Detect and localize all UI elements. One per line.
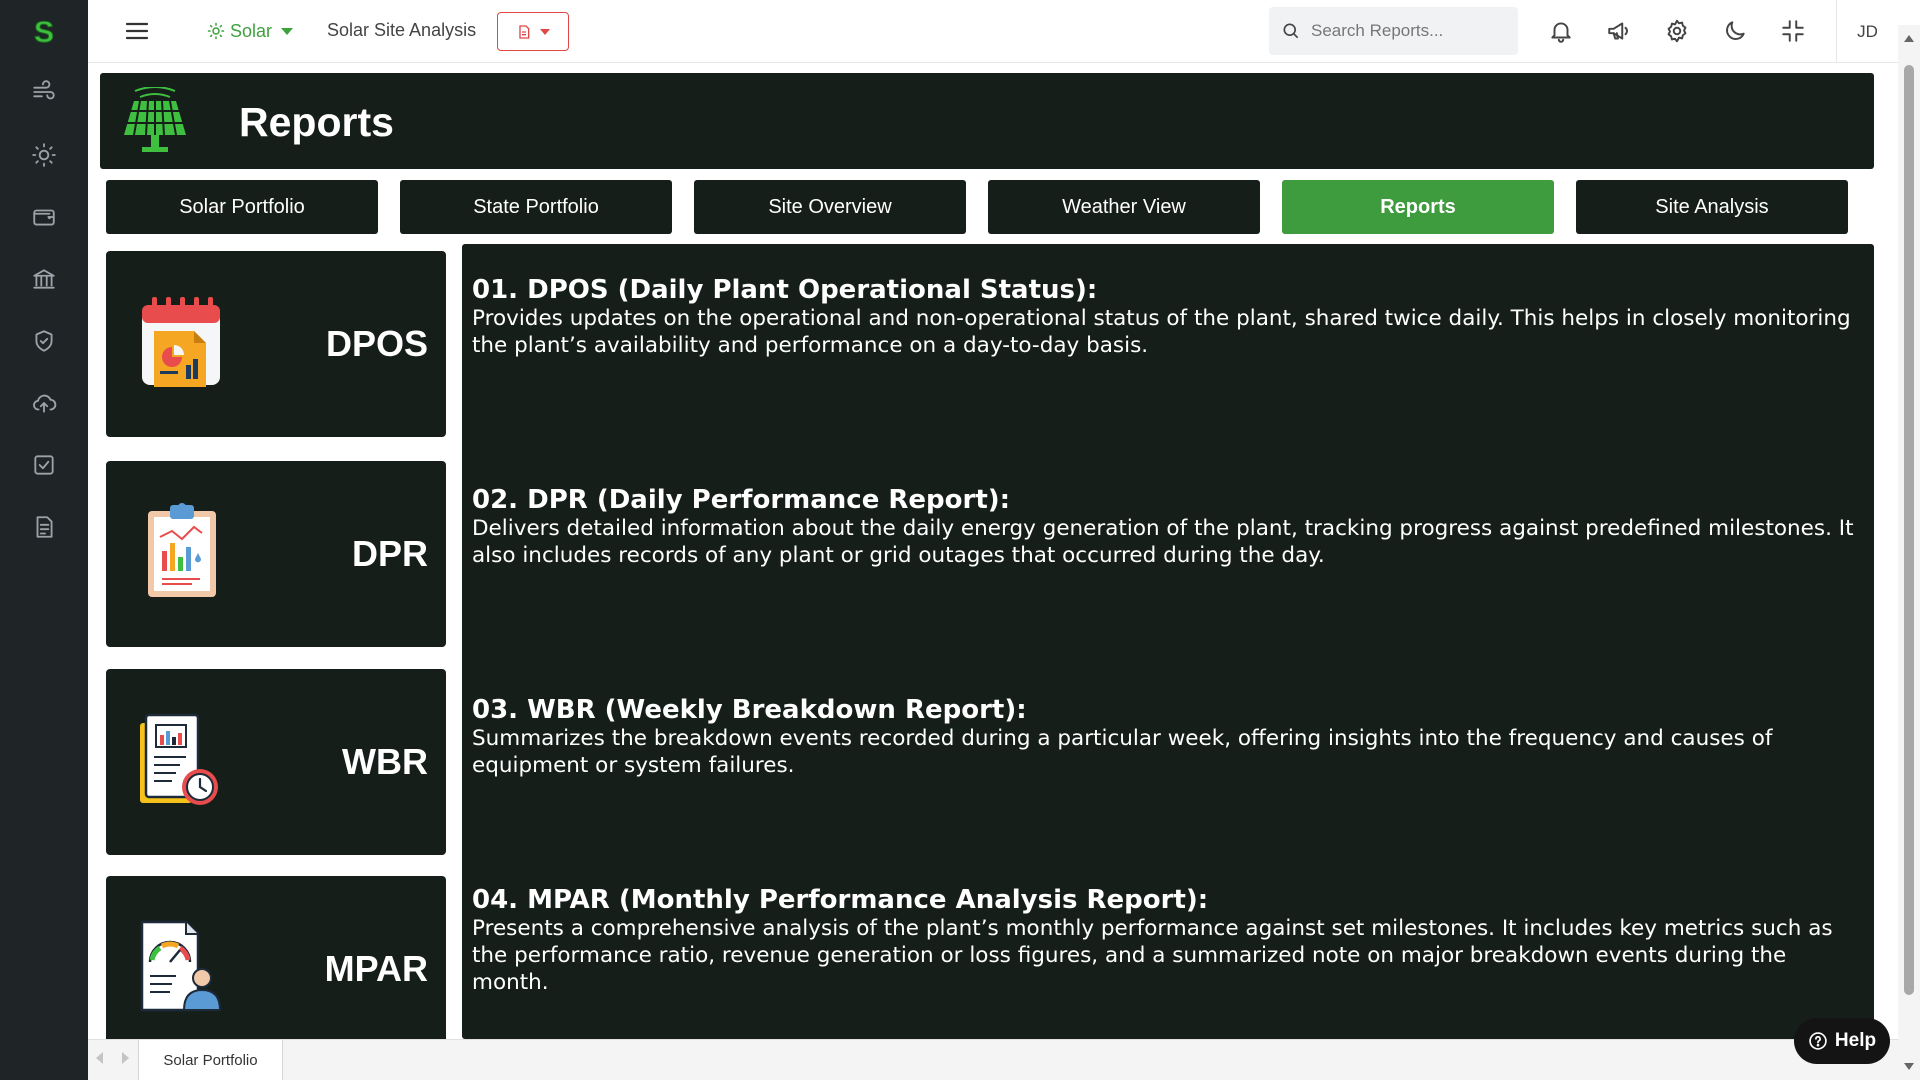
report-clock-icon	[140, 713, 218, 805]
megaphone-icon[interactable]	[1604, 16, 1634, 46]
calendar-report-icon	[142, 297, 220, 387]
report-text: Delivers detailed information about the …	[472, 516, 1854, 568]
moon-icon[interactable]	[1720, 16, 1750, 46]
report-descriptions: 01. DPOS (Daily Plant Operational Status…	[462, 244, 1874, 1039]
hamburger-menu-icon[interactable]	[124, 18, 150, 44]
report-description-dpr: 02. DPR (Daily Performance Report): Deli…	[472, 485, 1862, 569]
top-bar: Solar Solar Site Analysis JD	[88, 0, 1898, 63]
search-box	[1269, 7, 1518, 55]
page-scrollbar[interactable]	[1898, 25, 1920, 1080]
energy-type-dropdown[interactable]: Solar	[207, 18, 294, 44]
strip-next-arrow-icon[interactable]	[122, 1052, 129, 1064]
report-description-wbr: 03. WBR (Weekly Breakdown Report): Summa…	[472, 695, 1862, 779]
document-icon	[519, 24, 530, 39]
solar-panel-icon	[124, 87, 186, 152]
report-card-mpar[interactable]: MPAR	[106, 876, 446, 1062]
tab-site-overview[interactable]: Site Overview	[694, 180, 966, 234]
search-icon	[1283, 23, 1299, 39]
tab-solar-portfolio[interactable]: Solar Portfolio	[106, 180, 378, 234]
report-description-mpar: 04. MPAR (Monthly Performance Analysis R…	[472, 885, 1862, 996]
search-input[interactable]	[1311, 21, 1501, 41]
report-title: 02. DPR (Daily Performance Report):	[472, 485, 1011, 515]
user-avatar[interactable]: JD	[1836, 0, 1898, 63]
open-page-tab[interactable]: Solar Portfolio	[138, 1040, 283, 1080]
report-text: Summarizes the breakdown events recorded…	[472, 726, 1773, 778]
sun-icon[interactable]	[28, 139, 60, 171]
report-document-dropdown[interactable]	[497, 12, 569, 51]
report-description-dpos: 01. DPOS (Daily Plant Operational Status…	[472, 275, 1862, 359]
gear-icon[interactable]	[1662, 16, 1692, 46]
help-label: Help	[1834, 1030, 1877, 1051]
strip-prev-arrow-icon[interactable]	[96, 1052, 103, 1064]
report-tabs: Solar Portfolio State Portfolio Site Ove…	[106, 180, 1880, 234]
scroll-thumb[interactable]	[1904, 65, 1914, 995]
document-list-icon[interactable]	[28, 511, 60, 543]
tab-state-portfolio[interactable]: State Portfolio	[400, 180, 672, 234]
report-title: 01. DPOS (Daily Plant Operational Status…	[472, 275, 1098, 305]
tab-reports[interactable]: Reports	[1282, 180, 1554, 234]
caret-down-icon	[281, 27, 294, 35]
energy-type-label: Solar	[230, 20, 273, 41]
site-name[interactable]: Solar Site Analysis	[327, 20, 476, 41]
page-title: Reports	[239, 99, 394, 145]
report-code-label: WBR	[342, 741, 428, 782]
report-title: 04. MPAR (Monthly Performance Analysis R…	[472, 885, 1209, 915]
scroll-up-arrow-icon[interactable]	[1904, 35, 1914, 42]
bottom-tab-strip: Solar Portfolio	[88, 1039, 1898, 1080]
main-content: Reports Solar Portfolio State Portfolio …	[88, 63, 1898, 1062]
bank-icon[interactable]	[28, 263, 60, 295]
exit-fullscreen-icon[interactable]	[1778, 16, 1808, 46]
scroll-down-arrow-icon[interactable]	[1904, 1063, 1914, 1070]
report-title: 03. WBR (Weekly Breakdown Report):	[472, 695, 1027, 725]
cloud-upload-icon[interactable]	[28, 387, 60, 419]
bell-icon[interactable]	[1546, 16, 1576, 46]
checkbox-icon[interactable]	[28, 449, 60, 481]
report-card-dpr[interactable]: DPR	[106, 461, 446, 647]
caret-down-icon	[540, 28, 550, 35]
report-card-dpos[interactable]: DPOS	[106, 251, 446, 437]
help-button[interactable]: Help	[1794, 1018, 1890, 1064]
report-analyst-icon	[140, 920, 222, 1012]
app-logo[interactable]: S	[26, 14, 62, 50]
report-code-label: MPAR	[324, 948, 428, 989]
report-text: Provides updates on the operational and …	[472, 306, 1851, 358]
question-circle-icon	[1809, 1032, 1827, 1050]
report-code-label: DPOS	[325, 323, 428, 364]
clipboard-chart-icon	[148, 503, 216, 597]
tab-weather-view[interactable]: Weather View	[988, 180, 1260, 234]
report-text: Presents a comprehensive analysis of the…	[472, 916, 1833, 995]
wind-icon[interactable]	[28, 76, 60, 108]
report-card-wbr[interactable]: WBR	[106, 669, 446, 855]
report-code-label: DPR	[351, 533, 428, 574]
shield-check-icon[interactable]	[28, 325, 60, 357]
left-sidebar: S	[0, 0, 88, 1080]
tab-site-analysis[interactable]: Site Analysis	[1576, 180, 1848, 234]
svg-text:S: S	[34, 16, 54, 49]
wallet-icon[interactable]	[28, 201, 60, 233]
sun-small-icon	[207, 22, 225, 40]
page-header: Reports	[100, 73, 1874, 169]
